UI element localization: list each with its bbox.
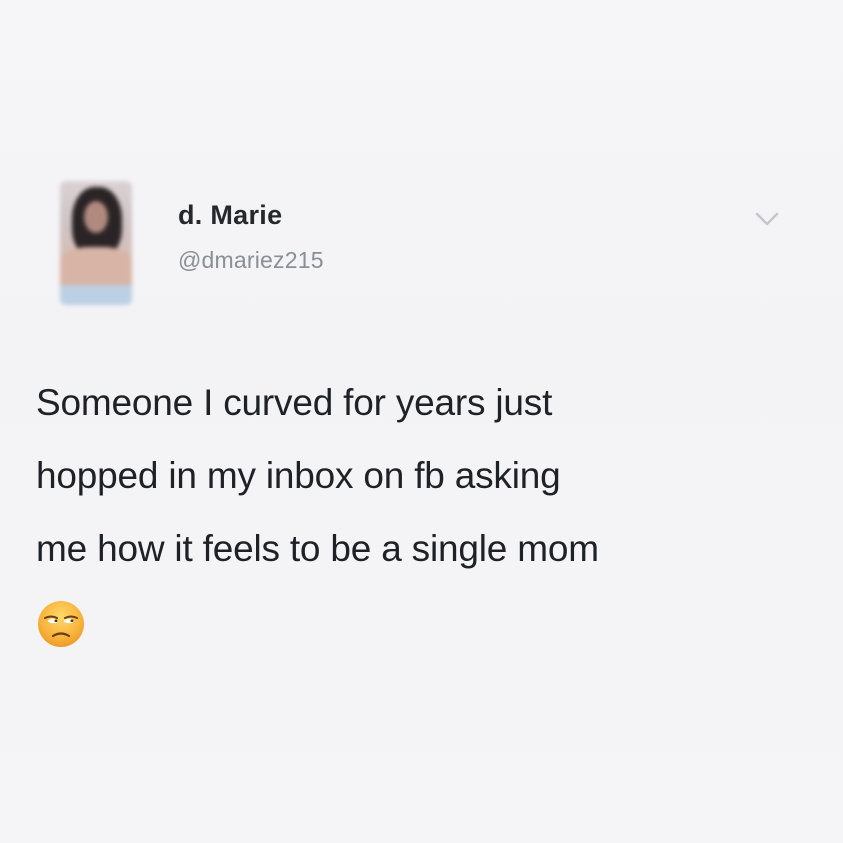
avatar-shoulders [60,247,132,287]
chevron-down-icon[interactable] [752,208,782,230]
avatar-face [84,201,108,233]
tweet-text: Someone I curved for years just hopped i… [36,366,816,585]
tweet-text-line: Someone I curved for years just [36,382,553,423]
unamused-face-emoji [38,601,84,647]
tweet-card: d. Marie @dmariez215 Someone I curved fo… [0,150,843,670]
user-handle[interactable]: @dmariez215 [178,247,324,274]
tweet-text-line: hopped in my inbox on fb asking [36,455,561,496]
avatar-background [60,285,132,305]
display-name[interactable]: d. Marie [178,200,282,231]
avatar[interactable] [60,181,132,305]
tweet-text-line: me how it feels to be a single mom [36,528,599,569]
page: d. Marie @dmariez215 Someone I curved fo… [0,0,843,843]
